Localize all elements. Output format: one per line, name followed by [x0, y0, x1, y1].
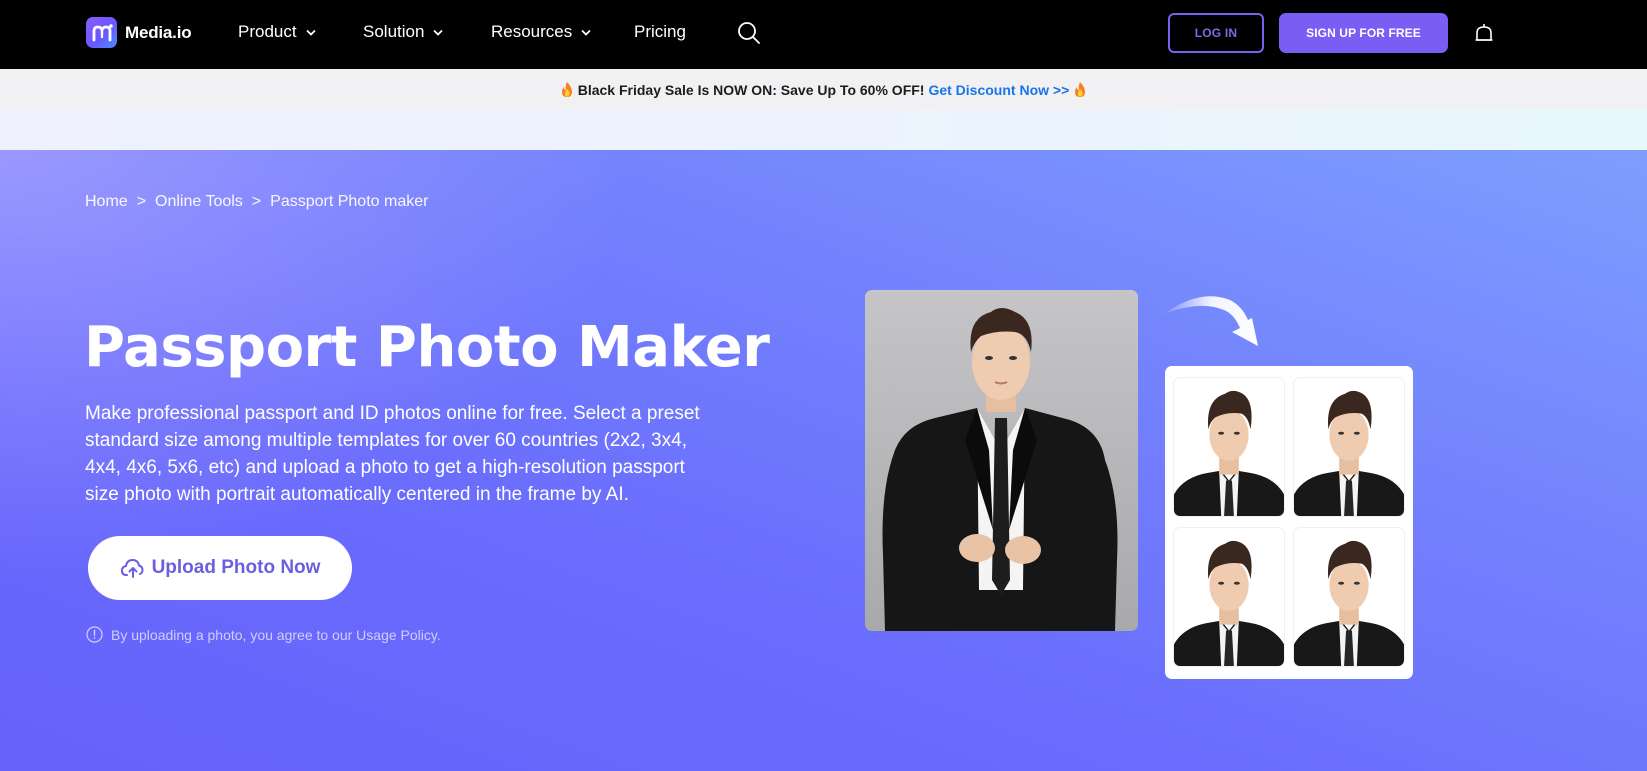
nav-pricing-label: Pricing: [634, 22, 686, 41]
man-in-suit-photo: [865, 290, 1138, 631]
curved-arrow-icon: [1164, 296, 1258, 346]
breadcrumb-current: Passport Photo maker: [270, 193, 429, 210]
nav-resources[interactable]: Resources: [491, 22, 591, 42]
nav-resources-label: Resources: [491, 22, 573, 41]
usage-policy-note: By uploading a photo, you agree to our U…: [86, 626, 441, 643]
search-icon[interactable]: [737, 21, 761, 45]
passport-photo: [1173, 527, 1285, 667]
passport-photo: [1293, 527, 1405, 667]
nav-pricing[interactable]: Pricing: [634, 22, 686, 42]
brand-name: Media.io: [125, 22, 192, 42]
hero-section: Home > Online Tools > Passport Photo mak…: [0, 150, 1647, 771]
passport-photo: [1173, 377, 1285, 517]
breadcrumb-home[interactable]: Home: [85, 193, 128, 211]
chevron-down-icon: [433, 29, 444, 36]
passport-photo: [1293, 377, 1405, 517]
cloud-upload-icon: [120, 558, 144, 578]
upload-photo-button[interactable]: Upload Photo Now: [88, 536, 352, 600]
nav-solution-label: Solution: [363, 22, 425, 41]
info-icon: [86, 626, 103, 643]
spacer-band: [0, 110, 1647, 150]
usage-policy-text: By uploading a photo, you agree to our U…: [111, 626, 441, 643]
logo[interactable]: Media.io: [86, 17, 192, 48]
bell-icon[interactable]: [1474, 22, 1494, 44]
top-navigation: Media.io Product Solution Resources Pric…: [0, 0, 1647, 69]
promo-text: Black Friday Sale Is NOW ON: Save Up To …: [577, 81, 925, 98]
fire-icon: [561, 82, 572, 97]
chevron-down-icon: [581, 29, 591, 36]
breadcrumb-separator: >: [251, 193, 262, 210]
breadcrumb: Home > Online Tools > Passport Photo mak…: [85, 193, 428, 211]
nav-product[interactable]: Product: [238, 22, 316, 42]
fire-icon: [1075, 82, 1086, 97]
signup-button[interactable]: SIGN UP FOR FREE: [1279, 13, 1448, 53]
login-button[interactable]: LOG IN: [1168, 13, 1264, 53]
breadcrumb-separator: >: [136, 193, 147, 210]
nav-product-label: Product: [238, 22, 297, 41]
page-title: Passport Photo Maker: [84, 315, 770, 380]
nav-solution[interactable]: Solution: [363, 22, 444, 42]
passport-photos-result: [1165, 366, 1413, 679]
upload-button-label: Upload Photo Now: [151, 557, 321, 578]
media-io-logo-icon: [86, 17, 117, 48]
promo-banner: Black Friday Sale Is NOW ON: Save Up To …: [0, 69, 1647, 110]
promo-link[interactable]: Get Discount Now >>: [928, 82, 1069, 98]
chevron-down-icon: [305, 29, 316, 36]
hero-description: Make professional passport and ID photos…: [85, 403, 700, 505]
breadcrumb-online-tools[interactable]: Online Tools: [155, 193, 243, 211]
